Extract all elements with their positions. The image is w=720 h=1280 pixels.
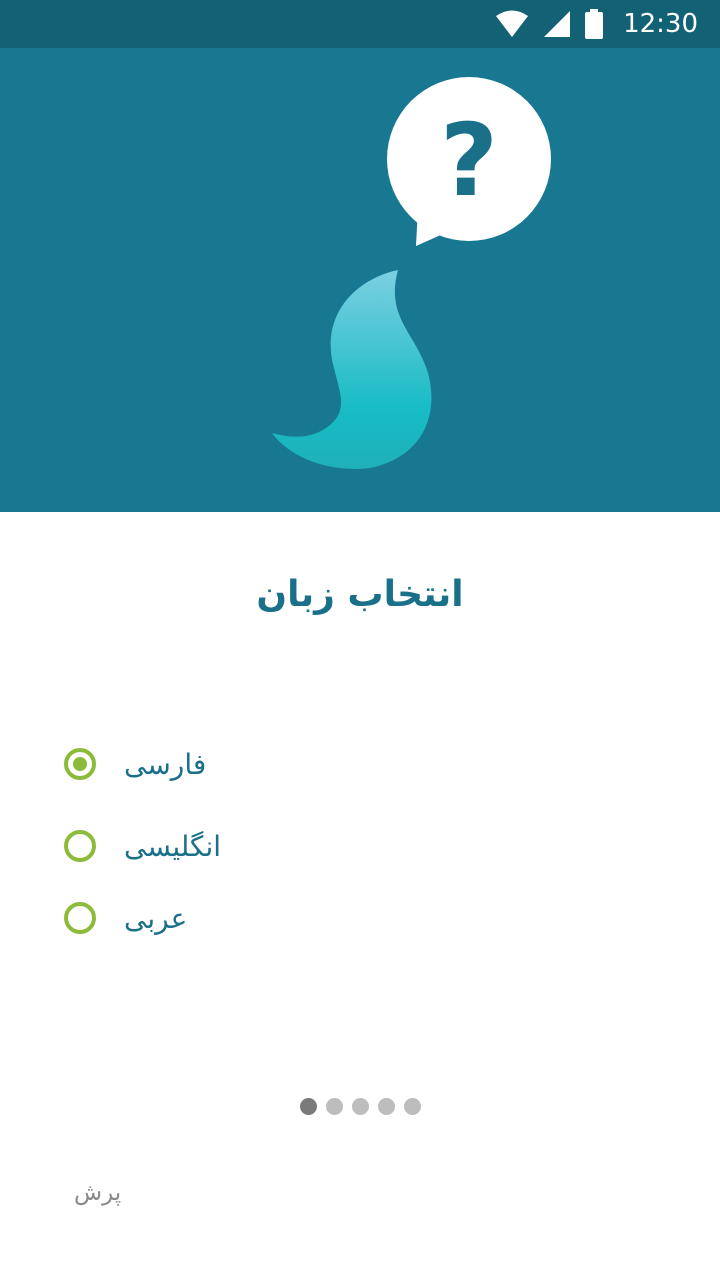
language-label-farsi: فارسی (124, 747, 207, 781)
cell-signal-icon (544, 11, 571, 37)
battery-icon (585, 9, 604, 39)
speech-bubble-icon: ? (387, 77, 551, 246)
status-time: 12:30 (623, 9, 698, 39)
status-icons: 12:30 (495, 0, 698, 48)
hero-illustration: ? (0, 48, 720, 512)
page-dot-4 (377, 1098, 395, 1115)
page-indicator (0, 1098, 720, 1115)
status-bar: 12:30 (0, 0, 720, 48)
page-title: انتخاب زبان (256, 574, 464, 615)
question-mark-icon: ? (440, 102, 498, 219)
language-option-english[interactable]: انگلیسی (64, 826, 221, 866)
language-label-arabic: عربی (124, 901, 188, 935)
language-option-farsi[interactable]: فارسی (64, 744, 206, 784)
skip-button[interactable]: پرش (74, 1180, 121, 1206)
radio-button-farsi[interactable] (64, 748, 96, 780)
page-dot-5 (403, 1098, 421, 1115)
language-option-arabic[interactable]: عربی (64, 898, 187, 938)
page-dot-2 (325, 1098, 343, 1115)
page-dot-3 (351, 1098, 369, 1115)
radio-button-arabic[interactable] (64, 902, 96, 934)
language-label-english: انگلیسی (124, 829, 222, 863)
wifi-icon (496, 10, 529, 37)
page-dot-1 (299, 1098, 317, 1115)
hero-graphic: ? (272, 77, 551, 469)
drop-logo-icon (272, 270, 432, 469)
radio-button-english[interactable] (64, 830, 96, 862)
